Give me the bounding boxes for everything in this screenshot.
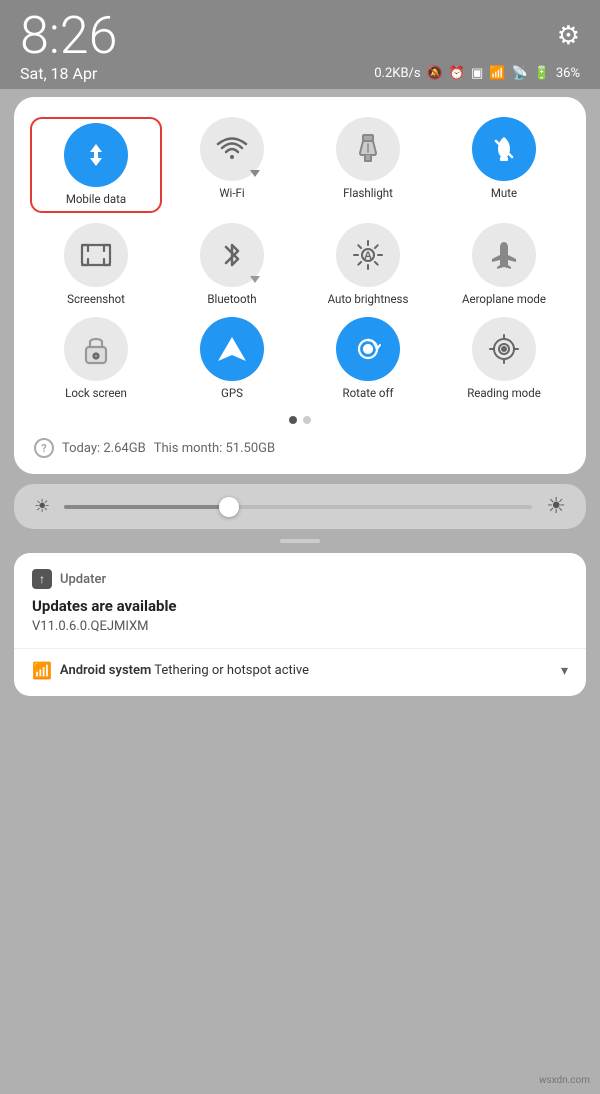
updater-icon: ↑ (32, 569, 52, 589)
toggle-lock-screen[interactable]: Lock screen (30, 317, 162, 401)
mobile-data-label: Mobile data (66, 193, 126, 207)
notif-title: Updates are available (32, 597, 568, 615)
aeroplane-circle (472, 223, 536, 287)
chevron-down-icon[interactable]: ▾ (561, 663, 568, 679)
lock-screen-circle (64, 317, 128, 381)
notif-subtitle: V11.0.6.0.QEJMIXM (32, 619, 568, 634)
notification-card: ↑ Updater Updates are available V11.0.6.… (14, 553, 586, 696)
notif-divider (14, 648, 586, 649)
screenshot-label: Screenshot (67, 293, 125, 307)
footer-detail: Tethering or hotspot active (154, 663, 309, 678)
alarm-icon: ⏰ (449, 66, 465, 81)
battery-percent: 36% (556, 66, 580, 81)
mute-icon: 🔕 (427, 66, 443, 81)
brightness-high-icon: ☀ (546, 494, 566, 519)
toggle-gps[interactable]: GPS (166, 317, 298, 401)
notification-header: ↑ Updater (32, 569, 568, 589)
mute-label: Mute (491, 187, 517, 201)
toggle-auto-brightness[interactable]: A Auto brightness (302, 223, 434, 307)
clock: 8:26 (20, 10, 117, 62)
gps-label: GPS (221, 387, 243, 401)
network-speed: 0.2KB/s (374, 66, 420, 81)
reading-mode-circle (472, 317, 536, 381)
month-usage: This month: 51.50GB (154, 441, 275, 456)
page-dots (30, 416, 570, 424)
rotate-off-label: Rotate off (343, 387, 394, 401)
toggle-wifi[interactable]: Wi-Fi (166, 117, 298, 213)
status-icons: 0.2KB/s 🔕 ⏰ ▣ 📶 📡 🔋 36% (374, 66, 580, 81)
wifi-circle (200, 117, 264, 181)
brightness-thumb[interactable] (219, 497, 239, 517)
status-bar: 8:26 ⚙ Sat, 18 Apr 0.2KB/s 🔕 ⏰ ▣ 📶 📡 🔋 3… (0, 0, 600, 89)
drag-handle[interactable] (280, 539, 320, 543)
toggle-rotate-off[interactable]: Rotate off (302, 317, 434, 401)
data-usage: ? Today: 2.64GB This month: 51.50GB (30, 438, 570, 458)
flashlight-circle (336, 117, 400, 181)
bluetooth-circle (200, 223, 264, 287)
toggle-grid: Mobile data Wi-Fi (30, 117, 570, 400)
toggle-aeroplane[interactable]: Aeroplane mode (438, 223, 570, 307)
screenshot-circle (64, 223, 128, 287)
settings-icon[interactable]: ⚙ (557, 21, 580, 51)
brightness-slider-container: ☀ ☀ (14, 484, 586, 529)
battery-icon: 🔋 (534, 66, 550, 81)
today-usage: Today: 2.64GB (62, 441, 146, 456)
gps-circle (200, 317, 264, 381)
aeroplane-label: Aeroplane mode (462, 293, 546, 307)
auto-brightness-label: Auto brightness (328, 293, 409, 307)
wifi-status-icon: 📡 (511, 66, 527, 81)
svg-text:A: A (364, 250, 372, 262)
notif-footer-text: Android system Tethering or hotspot acti… (60, 663, 309, 678)
rotate-off-circle (336, 317, 400, 381)
brightness-low-icon: ☀ (34, 496, 50, 517)
wifi-label: Wi-Fi (219, 187, 244, 201)
mute-circle (472, 117, 536, 181)
quick-settings-panel: Mobile data Wi-Fi (14, 97, 586, 474)
toggle-flashlight[interactable]: Flashlight (302, 117, 434, 213)
toggle-mobile-data[interactable]: Mobile data (30, 117, 162, 213)
notif-app-name: Updater (60, 572, 106, 587)
toggle-bluetooth[interactable]: Bluetooth (166, 223, 298, 307)
lock-screen-label: Lock screen (65, 387, 127, 401)
signal-icon: 📶 (489, 66, 505, 81)
data-usage-icon: ? (34, 438, 54, 458)
toggle-screenshot[interactable]: Screenshot (30, 223, 162, 307)
reading-mode-label: Reading mode (467, 387, 541, 401)
notif-footer: 📶 Android system Tethering or hotspot ac… (32, 661, 568, 680)
brightness-fill (64, 505, 228, 509)
auto-brightness-circle: A (336, 223, 400, 287)
sim-icon: ▣ (471, 66, 483, 81)
android-system-icon: 📶 (32, 661, 52, 680)
watermark: wsxdn.com (539, 1075, 590, 1086)
toggle-mute[interactable]: Mute (438, 117, 570, 213)
date-label: Sat, 18 Apr (20, 64, 97, 83)
flashlight-label: Flashlight (343, 187, 393, 201)
dot-1 (289, 416, 297, 424)
toggle-reading-mode[interactable]: Reading mode (438, 317, 570, 401)
mobile-data-circle (64, 123, 128, 187)
bluetooth-label: Bluetooth (207, 293, 256, 307)
dot-2 (303, 416, 311, 424)
brightness-track[interactable] (64, 505, 532, 509)
